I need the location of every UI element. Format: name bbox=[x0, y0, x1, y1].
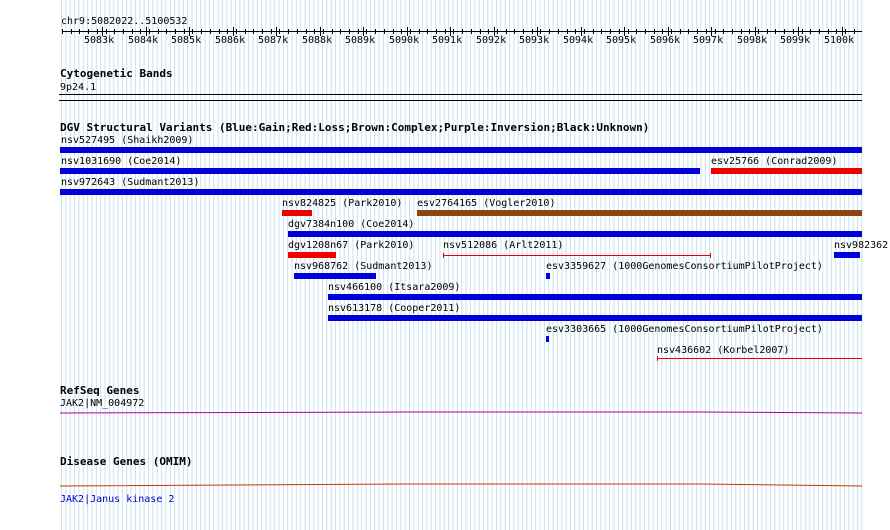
omim-gene-line[interactable] bbox=[59, 483, 863, 487]
refseq-gene-line[interactable] bbox=[59, 411, 863, 414]
omim-gene-label[interactable]: JAK2|Janus kinase 2 bbox=[60, 494, 174, 505]
omim-track-title[interactable]: Disease Genes (OMIM) bbox=[60, 456, 192, 468]
gene-lines bbox=[59, 411, 863, 487]
